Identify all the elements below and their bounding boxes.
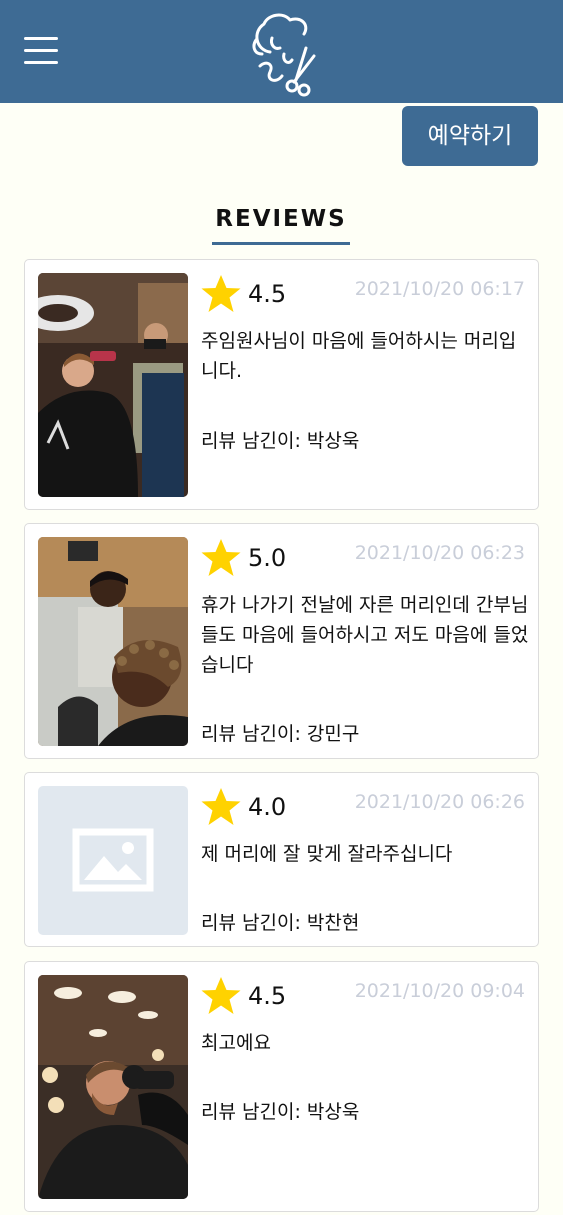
star-icon (201, 275, 241, 312)
review-photo (38, 975, 188, 1199)
rating-value: 4.0 (248, 793, 287, 821)
review-photo (38, 273, 188, 497)
star-icon (201, 788, 241, 825)
review-author: 리뷰 남긴이: 박상욱 (201, 1101, 360, 1123)
rating-value: 4.5 (248, 982, 287, 1010)
review-date: 2021/10/20 06:23 (354, 542, 525, 564)
review-card[interactable]: 4.5 2021/10/20 06:17 주임원사님이 마음에 들어하시는 머리… (24, 259, 539, 510)
review-date: 2021/10/20 06:17 (354, 278, 525, 300)
review-photo (38, 537, 188, 746)
rating-value: 5.0 (248, 544, 287, 572)
star-icon (201, 539, 241, 576)
review-card[interactable]: 4.5 2021/10/20 09:04 최고에요 리뷰 남긴이: 박상욱 (24, 961, 539, 1212)
reserve-button[interactable]: 예약하기 (402, 106, 538, 166)
barber-scissors-logo-icon[interactable] (248, 10, 320, 98)
section-title-underline (212, 242, 350, 245)
review-date: 2021/10/20 06:26 (354, 791, 525, 813)
review-date: 2021/10/20 09:04 (354, 980, 525, 1002)
hamburger-menu-icon[interactable] (24, 37, 58, 65)
star-icon (201, 977, 241, 1014)
review-text: 주임원사님이 마음에 들어하시는 머리입니다. (201, 330, 517, 382)
review-text: 최고에요 (201, 1032, 271, 1054)
top-bar (0, 0, 563, 103)
review-card[interactable]: 5.0 2021/10/20 06:23 휴가 나가기 전날에 자른 머리인데 … (24, 523, 539, 759)
review-author: 리뷰 남긴이: 박상욱 (201, 430, 360, 452)
review-text: 휴가 나가기 전날에 자른 머리인데 간부님들도 마음에 들어하시고 저도 마음… (201, 594, 529, 676)
rating-value: 4.5 (248, 280, 287, 308)
review-text: 제 머리에 잘 맞게 잘라주십니다 (201, 843, 453, 865)
review-card[interactable]: 4.0 2021/10/20 06:26 제 머리에 잘 맞게 잘라주십니다 리… (24, 772, 539, 947)
review-author: 리뷰 남긴이: 박찬현 (201, 912, 360, 934)
image-placeholder-icon (38, 786, 188, 935)
section-title: REVIEWS (215, 206, 347, 232)
review-author: 리뷰 남긴이: 강민구 (201, 723, 360, 745)
